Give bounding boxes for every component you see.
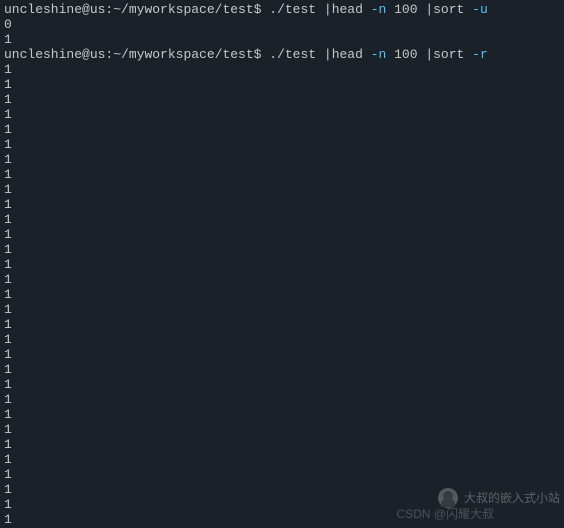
output-line: 1 [4,482,560,497]
output-line: 1 [4,32,560,47]
user-host: uncleshine@us [4,47,105,62]
output-line: 1 [4,332,560,347]
output-line: 1 [4,122,560,137]
output-line: 1 [4,347,560,362]
output-line: 1 [4,452,560,467]
output-line: 1 [4,272,560,287]
prompt-line-1[interactable]: uncleshine@us:~/myworkspace/test$ ./test… [4,2,560,17]
output-line: 1 [4,407,560,422]
output-line: 1 [4,287,560,302]
output-line: 1 [4,62,560,77]
flag-r: -r [472,47,488,62]
prompt-line-2[interactable]: uncleshine@us:~/myworkspace/test$ ./test… [4,47,560,62]
cwd-path: ~/myworkspace/test [113,2,253,17]
output-line: 1 [4,227,560,242]
output-line: 1 [4,197,560,212]
output-line: 1 [4,377,560,392]
flag-u: -u [472,2,488,17]
output-line: 0 [4,17,560,32]
output-line: 1 [4,137,560,152]
output-line: 1 [4,242,560,257]
output-line: 1 [4,362,560,377]
user-host: uncleshine@us [4,2,105,17]
output-line: 1 [4,212,560,227]
output-line: 1 [4,182,560,197]
output-line: 1 [4,302,560,317]
command-text: ./test |head [269,47,370,62]
output-line: 1 [4,422,560,437]
output-line: 1 [4,257,560,272]
prompt-symbol: $ [254,2,270,17]
output-line: 1 [4,392,560,407]
output-line: 1 [4,107,560,122]
prompt-symbol: $ [254,47,270,62]
terminal-output: uncleshine@us:~/myworkspace/test$ ./test… [4,2,560,527]
command-text: ./test |head [269,2,370,17]
output-line: 1 [4,512,560,527]
output-line: 1 [4,437,560,452]
output-line: 1 [4,167,560,182]
output-line: 1 [4,77,560,92]
output-line: 1 [4,497,560,512]
output-line: 1 [4,92,560,107]
flag-n: -n [371,47,387,62]
output-line: 1 [4,467,560,482]
flag-n: -n [371,2,387,17]
output-line: 1 [4,152,560,167]
cwd-path: ~/myworkspace/test [113,47,253,62]
output-line: 1 [4,317,560,332]
